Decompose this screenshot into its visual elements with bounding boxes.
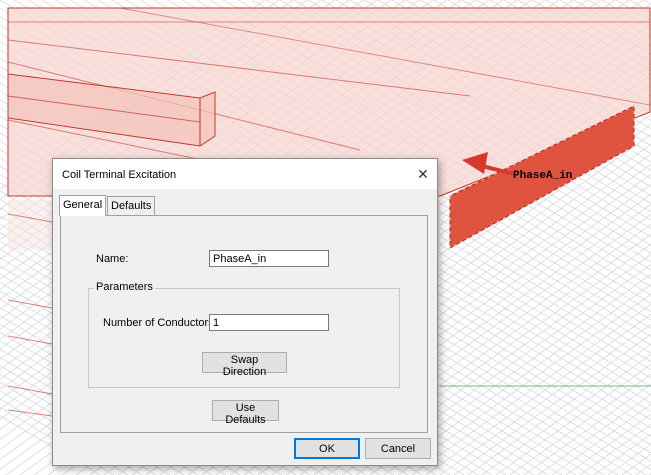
dialog-footer: OK Cancel bbox=[53, 435, 437, 465]
use-defaults-button[interactable]: Use Defaults bbox=[212, 400, 279, 426]
conductors-label: Number of Conductors: bbox=[103, 317, 217, 329]
parameters-groupbox: Parameters Number of Conductors: Swap Di… bbox=[88, 281, 400, 388]
tab-defaults-label: Defaults bbox=[111, 200, 152, 212]
ok-button[interactable]: OK bbox=[294, 438, 360, 459]
parameters-title: Parameters bbox=[94, 281, 155, 293]
swap-direction-button[interactable]: Swap Direction bbox=[202, 352, 287, 378]
name-label: Name: bbox=[96, 253, 129, 265]
dialog-titlebar[interactable]: Coil Terminal Excitation ✕ bbox=[53, 159, 437, 189]
lower-layer-edge bbox=[7, 409, 53, 417]
dialog-title: Coil Terminal Excitation bbox=[62, 169, 177, 181]
general-tab-panel: Name: Parameters Number of Conductors: S… bbox=[60, 215, 428, 433]
cancel-button[interactable]: Cancel bbox=[365, 438, 431, 459]
terminal-direction-label: PhaseA_in bbox=[513, 170, 572, 182]
close-icon[interactable]: ✕ bbox=[409, 159, 437, 189]
tab-defaults[interactable]: Defaults bbox=[107, 196, 156, 215]
name-field[interactable] bbox=[209, 250, 329, 267]
coil-terminal-excitation-dialog: Coil Terminal Excitation ✕ General Defau… bbox=[52, 158, 438, 466]
tab-general[interactable]: General bbox=[59, 195, 107, 216]
conductors-field[interactable] bbox=[209, 314, 329, 331]
tab-general-label: General bbox=[63, 199, 103, 211]
